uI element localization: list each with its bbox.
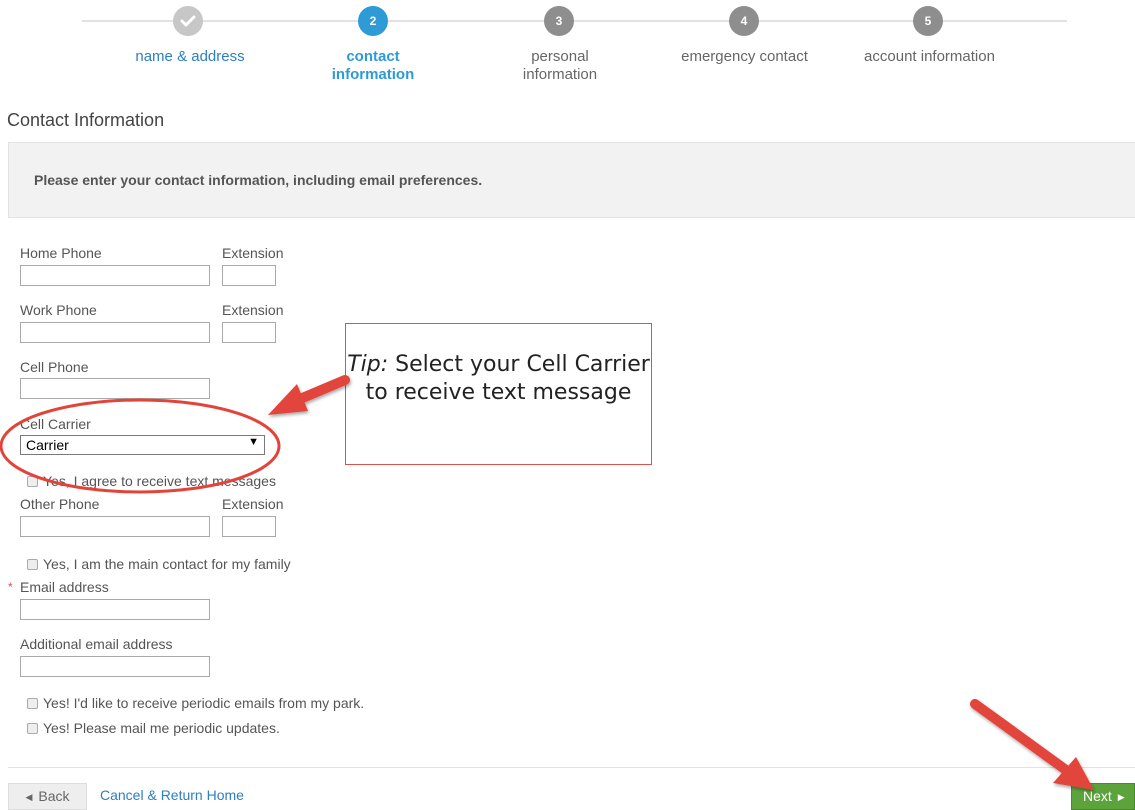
next-button[interactable]: Next ▶ <box>1071 783 1135 810</box>
other-phone-label: Other Phone <box>20 496 100 512</box>
tip-callout: Tip: Select your Cell Carrier to receive… <box>345 323 652 465</box>
cell-phone-label: Cell Phone <box>20 359 89 375</box>
mail-updates-label: Yes! Please mail me periodic updates. <box>43 720 280 736</box>
next-arrow-pointer-icon <box>970 699 1094 790</box>
cell-carrier-value: Carrier <box>26 437 69 453</box>
work-extension-input[interactable] <box>222 322 276 343</box>
main-contact-checkbox[interactable] <box>27 559 38 570</box>
work-phone-input[interactable] <box>20 322 210 343</box>
step-5-label: account information <box>864 48 995 65</box>
footer-divider <box>8 767 1135 768</box>
mail-updates-row[interactable]: Yes! Please mail me periodic updates. <box>27 720 280 736</box>
intro-panel: Please enter your contact information, i… <box>8 142 1135 218</box>
section-title: Contact Information <box>7 110 165 130</box>
text-consent-label: Yes, I agree to receive text messages <box>43 473 276 489</box>
tip-prefix: Tip: <box>347 352 389 377</box>
work-extension-label: Extension <box>222 302 284 318</box>
tip-text: Select your Cell Carrier to receive text… <box>365 352 650 405</box>
text-consent-row[interactable]: Yes, I agree to receive text messages <box>27 473 276 489</box>
step-3-label: personal information <box>522 48 598 83</box>
other-extension-label: Extension <box>222 496 284 512</box>
step-1-label[interactable]: name & address <box>110 48 270 66</box>
additional-email-input[interactable] <box>20 656 210 677</box>
cell-carrier-select[interactable]: Carrier ▼ <box>20 435 265 455</box>
additional-email-label: Additional email address <box>20 636 173 652</box>
next-arrow-icon: ▶ <box>1117 792 1125 802</box>
cancel-return-home-link[interactable]: Cancel & Return Home <box>100 787 244 803</box>
step-2-label: contact information <box>331 48 415 83</box>
park-emails-row[interactable]: Yes! I'd like to receive periodic emails… <box>27 695 364 711</box>
step-3-number: 3 <box>544 6 574 36</box>
home-extension-label: Extension <box>222 245 284 261</box>
step-5-number: 5 <box>913 6 943 36</box>
back-button[interactable]: ◀ Back <box>8 783 87 810</box>
step-4-number: 4 <box>729 6 759 36</box>
home-phone-input[interactable] <box>20 265 210 286</box>
home-phone-label: Home Phone <box>20 245 102 261</box>
cell-phone-input[interactable] <box>20 378 210 399</box>
step-1-checkmark-icon <box>173 6 203 36</box>
text-consent-checkbox[interactable] <box>27 476 38 487</box>
park-emails-checkbox[interactable] <box>27 698 38 709</box>
cell-carrier-label: Cell Carrier <box>20 416 91 432</box>
work-phone-label: Work Phone <box>20 302 97 318</box>
intro-text: Please enter your contact information, i… <box>34 172 483 188</box>
email-label: Email address <box>20 579 109 595</box>
next-button-label: Next <box>1083 788 1112 804</box>
dropdown-arrow-icon: ▼ <box>248 436 259 448</box>
step-2-number: 2 <box>358 6 388 36</box>
park-emails-label: Yes! I'd like to receive periodic emails… <box>43 695 365 711</box>
email-input[interactable] <box>20 599 210 620</box>
step-4-label: emergency contact <box>681 48 808 65</box>
other-phone-input[interactable] <box>20 516 210 537</box>
other-extension-input[interactable] <box>222 516 276 537</box>
mail-updates-checkbox[interactable] <box>27 723 38 734</box>
back-arrow-icon: ◀ <box>25 792 33 802</box>
tip-arrow-icon <box>268 375 350 415</box>
home-extension-input[interactable] <box>222 265 276 286</box>
back-button-label: Back <box>38 788 70 804</box>
required-marker: * <box>8 580 13 594</box>
main-contact-label: Yes, I am the main contact for my family <box>43 556 291 572</box>
main-contact-row[interactable]: Yes, I am the main contact for my family <box>27 556 291 572</box>
